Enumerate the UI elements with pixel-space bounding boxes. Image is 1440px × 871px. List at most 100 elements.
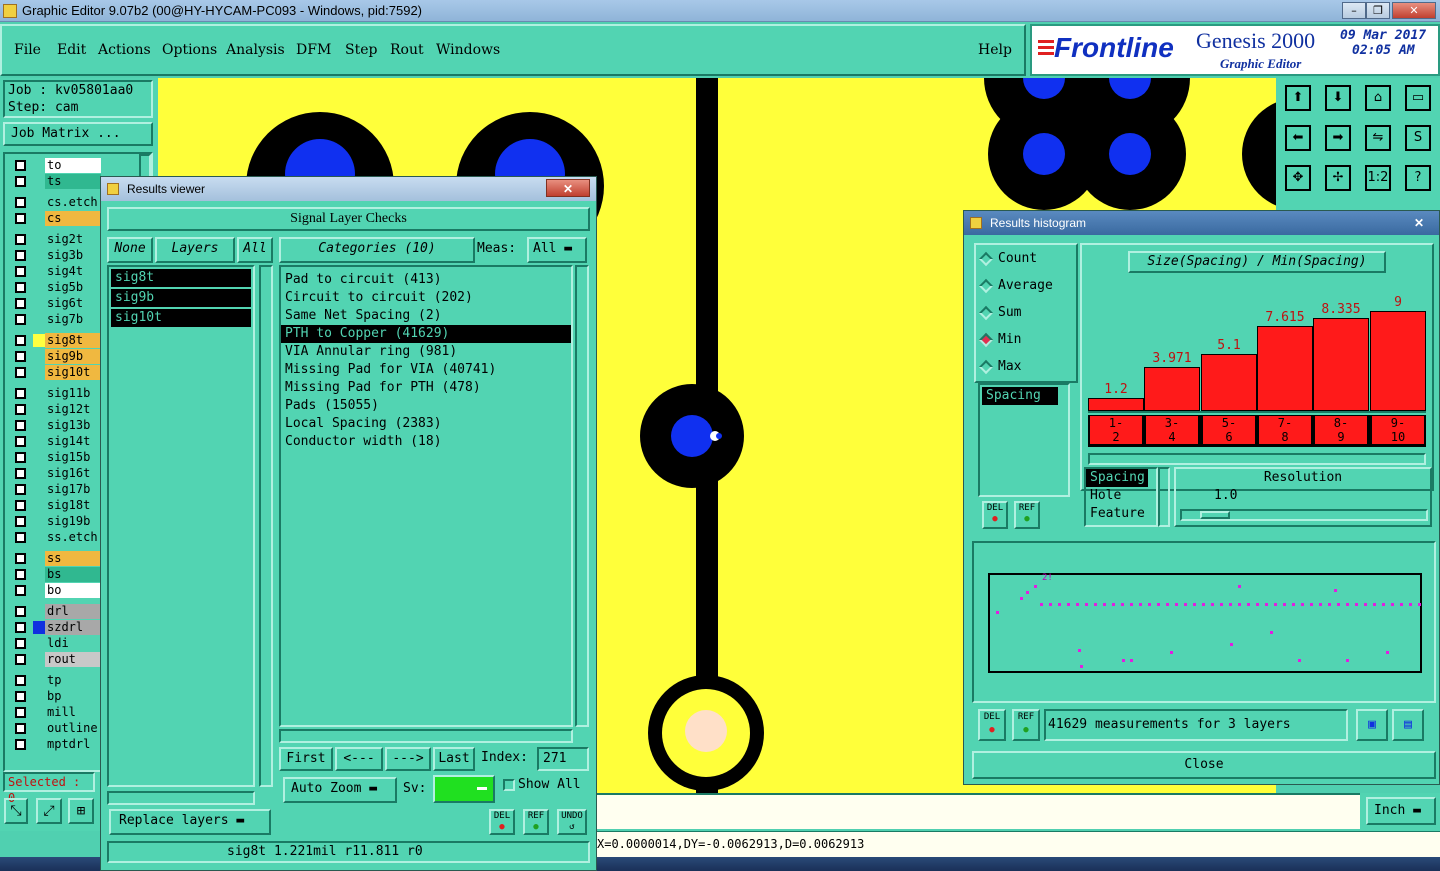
layer-row[interactable]: to — [11, 158, 101, 173]
layer-checkbox[interactable] — [15, 335, 26, 346]
layer-row[interactable]: ldi — [11, 636, 101, 651]
mirror-icon[interactable]: ⇋ — [1360, 120, 1396, 156]
layer-row[interactable]: sig11b — [11, 386, 101, 401]
zoom-tool-icon[interactable]: ⤡ — [4, 798, 28, 824]
layer-row[interactable]: bo — [11, 583, 101, 598]
histogram-bar[interactable] — [1370, 311, 1426, 411]
layer-result-item[interactable]: sig8t — [111, 269, 251, 287]
job-matrix-button[interactable]: Job Matrix ... — [3, 122, 153, 146]
all-button[interactable]: All — [237, 237, 273, 263]
category-item[interactable]: Conductor width (18) — [281, 433, 571, 451]
layer-row[interactable]: sig3b — [11, 248, 101, 263]
layer-checkbox[interactable] — [15, 606, 26, 617]
layer-checkbox[interactable] — [15, 298, 26, 309]
category-list-scrollbar[interactable] — [575, 265, 589, 727]
layer-row[interactable]: outline — [11, 721, 101, 736]
fit-icon[interactable]: ✥ — [1280, 160, 1316, 196]
category-item[interactable]: Pads (15055) — [281, 397, 571, 415]
layer-checkbox[interactable] — [15, 351, 26, 362]
layer-row[interactable]: bp — [11, 689, 101, 704]
layers-button[interactable]: Layers — [155, 237, 235, 263]
del-button[interactable]: DEL ● — [489, 809, 515, 835]
bin-label[interactable]: 7- 8 — [1258, 415, 1312, 445]
layer-checkbox[interactable] — [15, 484, 26, 495]
layer-row[interactable]: sig12t — [11, 402, 101, 417]
layer-list-hscroll[interactable] — [107, 791, 255, 805]
sv-color-selector[interactable] — [433, 775, 495, 803]
layer-checkbox[interactable] — [15, 532, 26, 543]
hist-del-button[interactable]: DEL ● — [982, 501, 1008, 529]
layer-row[interactable]: sig9b — [11, 349, 101, 364]
type-list-scrollbar[interactable] — [1158, 467, 1170, 527]
scatter-ref-button[interactable]: REF ● — [1012, 709, 1040, 741]
layer-list-scrollbar[interactable] — [259, 265, 273, 787]
undo-button[interactable]: UNDO ↺ — [557, 809, 587, 835]
layer-row[interactable]: tp — [11, 673, 101, 688]
layer-checkbox[interactable] — [15, 553, 26, 564]
layer-row[interactable]: cs.etch — [11, 195, 101, 210]
category-item[interactable]: Local Spacing (2383) — [281, 415, 571, 433]
move-right-icon[interactable]: ➡ — [1320, 120, 1356, 156]
category-item[interactable]: Pad to circuit (413) — [281, 271, 571, 289]
mode-radio[interactable]: Average — [976, 272, 1076, 299]
slider-handle[interactable] — [1200, 511, 1230, 519]
category-item[interactable]: Missing Pad for PTH (478) — [281, 379, 571, 397]
layer-row[interactable]: sig6t — [11, 296, 101, 311]
layer-checkbox[interactable] — [15, 282, 26, 293]
menu-step[interactable]: Step — [345, 42, 377, 58]
unit-selector[interactable]: Inch ▬ — [1366, 797, 1436, 825]
layer-result-item[interactable]: sig10t — [111, 309, 251, 327]
layer-checkbox[interactable] — [15, 250, 26, 261]
layer-row[interactable]: sig7b — [11, 312, 101, 327]
menu-help[interactable]: Help — [978, 42, 1012, 58]
type-item[interactable]: Hole — [1086, 487, 1156, 505]
restore-button[interactable]: ❐ — [1366, 2, 1390, 19]
histogram-close-button[interactable]: Close — [972, 751, 1436, 779]
menu-analysis[interactable]: Analysis — [226, 42, 285, 58]
layer-checkbox[interactable] — [15, 707, 26, 718]
mode-radio[interactable]: Sum — [976, 299, 1076, 326]
bin-label[interactable]: 9- 10 — [1371, 415, 1425, 445]
meas-selector[interactable]: All ▬ — [527, 237, 587, 263]
layer-row[interactable]: ss.etch — [11, 530, 101, 545]
category-item[interactable]: Same Net Spacing (2) — [281, 307, 571, 325]
move-down-icon[interactable]: ⬇ — [1320, 80, 1356, 116]
layer-checkbox[interactable] — [15, 234, 26, 245]
layer-row[interactable]: mptdrl — [11, 737, 101, 752]
layer-row[interactable]: ss — [11, 551, 101, 566]
redraw-icon[interactable]: S — [1400, 120, 1436, 156]
prev-button[interactable]: <--- — [335, 747, 383, 771]
menu-actions[interactable]: Actions — [98, 42, 151, 58]
layer-row[interactable]: sig2t — [11, 232, 101, 247]
export-icon[interactable]: ▣ — [1356, 709, 1388, 741]
minimize-button[interactable]: – — [1342, 2, 1366, 19]
layer-row[interactable]: sig5b — [11, 280, 101, 295]
hist-ref-button[interactable]: REF ● — [1014, 501, 1040, 529]
bin-label[interactable]: 1- 2 — [1089, 415, 1143, 445]
measure-item[interactable]: Spacing — [982, 387, 1058, 405]
layer-checkbox[interactable] — [15, 654, 26, 665]
mode-radio[interactable]: Max — [976, 353, 1076, 380]
center-icon[interactable]: ✢ — [1320, 160, 1356, 196]
layer-checkbox[interactable] — [15, 388, 26, 399]
layer-row[interactable]: sig8t — [11, 333, 101, 348]
layer-checkbox[interactable] — [15, 197, 26, 208]
layer-checkbox[interactable] — [15, 404, 26, 415]
layer-row[interactable]: sig19b — [11, 514, 101, 529]
layer-checkbox[interactable] — [15, 585, 26, 596]
help-icon[interactable]: ? — [1400, 160, 1436, 196]
categories-button[interactable]: Categories (10) — [279, 237, 475, 263]
bin-label[interactable]: 8- 9 — [1314, 415, 1368, 445]
first-button[interactable]: First — [279, 747, 333, 771]
command-line[interactable] — [597, 793, 1360, 829]
category-item[interactable]: Circuit to circuit (202) — [281, 289, 571, 307]
layer-row[interactable]: szdrl — [11, 620, 101, 635]
move-up-icon[interactable]: ⬆ — [1280, 80, 1316, 116]
layer-row[interactable]: bs — [11, 567, 101, 582]
layer-checkbox[interactable] — [15, 723, 26, 734]
measure-tool-icon[interactable]: ⤢ — [36, 798, 62, 824]
histogram-bar[interactable] — [1257, 326, 1313, 411]
layer-checkbox[interactable] — [15, 314, 26, 325]
layer-row[interactable]: sig17b — [11, 482, 101, 497]
layer-checkbox[interactable] — [15, 420, 26, 431]
